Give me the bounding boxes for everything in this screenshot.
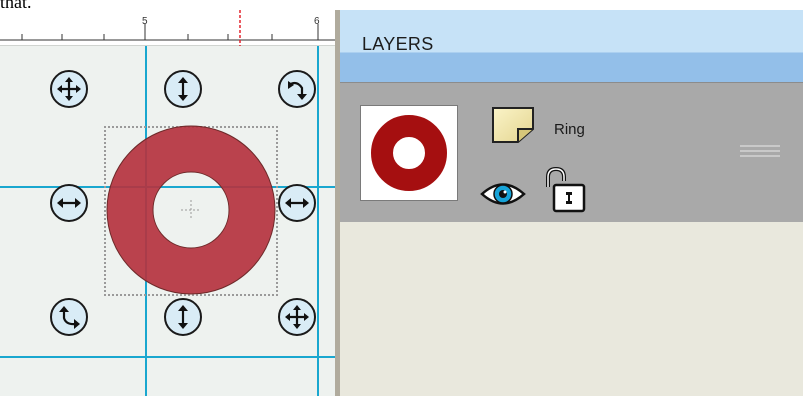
layer-thumbnail[interactable] (360, 105, 458, 201)
layer-name[interactable]: Ring (554, 121, 585, 138)
ruler-label-5: 5 (142, 16, 148, 27)
vertical-resize-icon (178, 305, 188, 329)
layer-row[interactable]: Ring (340, 82, 803, 222)
panel-title: LAYERS (362, 34, 434, 54)
unlocked-padlock-icon[interactable] (544, 167, 586, 213)
horizontal-resize-icon (285, 198, 309, 208)
layers-panel-header: LAYERS (340, 10, 803, 82)
rotate-handle-bottom-left[interactable] (50, 298, 88, 336)
ring-shape[interactable] (104, 124, 278, 296)
rotate-icon (288, 81, 307, 100)
shape-layer-icon (492, 107, 534, 143)
ring-thumbnail-image (371, 115, 447, 191)
resize-handle-top[interactable] (164, 70, 202, 108)
layers-panel: LAYERS Ring (340, 10, 803, 396)
horizontal-ruler: 5 6 (0, 10, 336, 46)
move-icon (285, 305, 309, 329)
horizontal-resize-icon (57, 198, 81, 208)
ruler-ticks (0, 10, 336, 46)
vertical-guide-line[interactable] (317, 46, 319, 396)
resize-handle-left[interactable] (50, 184, 88, 222)
drag-handle-icon[interactable] (740, 145, 780, 160)
horizontal-guide-line[interactable] (0, 356, 336, 358)
rotate-handle-top-right[interactable] (278, 70, 316, 108)
move-handle-bottom-right[interactable] (278, 298, 316, 336)
center-crosshair-icon (181, 200, 201, 220)
canvas[interactable]: 5 6 (0, 10, 336, 396)
eye-icon[interactable] (480, 179, 526, 209)
resize-handle-right[interactable] (278, 184, 316, 222)
vertical-resize-icon (178, 77, 188, 101)
ruler-label-6: 6 (314, 16, 320, 27)
move-handle-top-left[interactable] (50, 70, 88, 108)
resize-handle-bottom[interactable] (164, 298, 202, 336)
move-icon (57, 77, 81, 101)
rotate-icon (59, 306, 80, 329)
